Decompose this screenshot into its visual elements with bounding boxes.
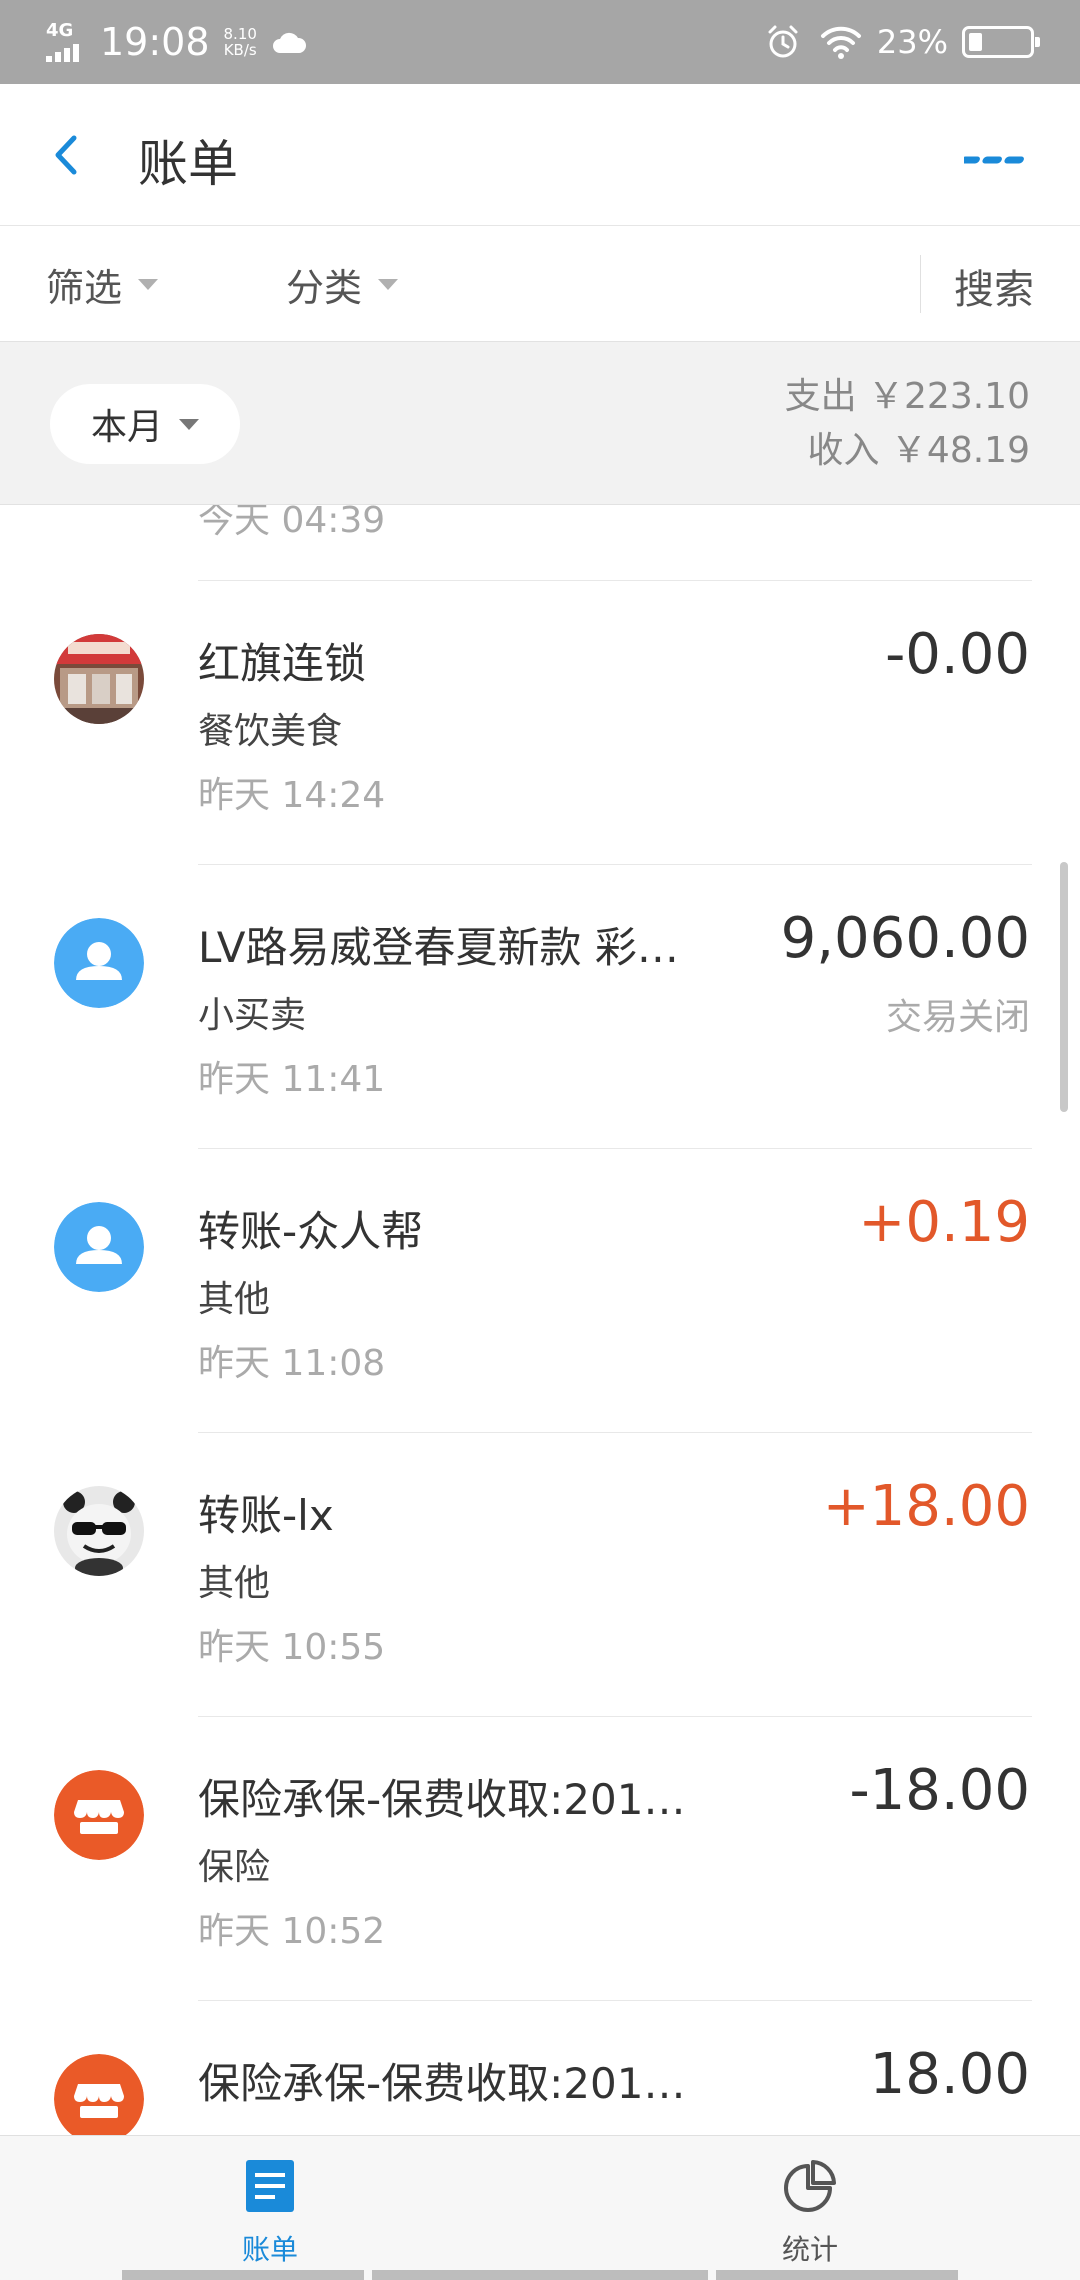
title-bar: 账单 [0, 84, 1080, 226]
nav-gesture-bar [716, 2270, 958, 2280]
transaction-list[interactable]: 今天 04:39 红旗连锁 餐饮美食 昨天 14:24 -0.00 LV路易威登… [0, 505, 1080, 2135]
shop-icon [54, 1770, 144, 1860]
transaction-amount: -0.00 [885, 622, 1030, 687]
shop-icon [54, 2054, 144, 2135]
caret-down-icon [378, 279, 399, 290]
network-speed-value: 8.10 [223, 25, 257, 43]
filter-label: 筛选 [46, 266, 123, 310]
battery-percent: 23% [876, 23, 948, 61]
cloud-icon [272, 32, 306, 53]
page-title: 账单 [138, 135, 238, 193]
pie-chart-icon [784, 2160, 836, 2212]
scrollbar[interactable] [1060, 862, 1068, 1112]
divider [920, 255, 921, 313]
network-type: 4G [46, 20, 74, 41]
transaction-amount: +18.00 [822, 1474, 1030, 1539]
panda-photo-avatar [54, 1486, 144, 1576]
network-speed-unit: KB/s [223, 41, 257, 59]
transaction-category: 其他 [198, 1563, 271, 1604]
caret-down-icon [179, 418, 199, 430]
transaction-row[interactable]: LV路易威登春夏新款 彩… 小买卖 昨天 11:41 9,060.00 交易关闭 [0, 864, 1080, 1148]
transaction-title: 保险承保-保费收取:201… [198, 1775, 686, 1824]
transaction-title: LV路易威登春夏新款 彩… [198, 923, 679, 972]
list-item-time: 今天 04:39 [198, 505, 386, 541]
back-button[interactable] [44, 120, 104, 190]
category-dropdown[interactable]: 分类 [286, 257, 399, 312]
bill-icon [246, 2160, 294, 2212]
month-selector[interactable]: 本月 [50, 384, 240, 464]
month-summary: 本月 支出 ￥223.10 收入 ￥48.19 [0, 341, 1080, 505]
cellular-signal-icon: 4G [46, 20, 90, 64]
tab-bill-label: 账单 [241, 2233, 298, 2266]
user-icon [54, 1202, 144, 1292]
tab-bill[interactable]: 账单 [170, 2158, 370, 2268]
expense-total: 支出 ￥223.10 [784, 376, 1030, 417]
more-options-button[interactable] [964, 144, 1034, 174]
transaction-amount: 9,060.00 [780, 906, 1030, 971]
transaction-time: 昨天 14:24 [198, 775, 386, 816]
status-bar: 4G 19:08 8.10 KB/s 23% [0, 0, 1080, 84]
tab-stats-label: 统计 [781, 2233, 838, 2266]
bottom-tab-bar: 账单 统计 [0, 2135, 1080, 2280]
income-total: 收入 ￥48.19 [807, 430, 1030, 471]
network-speed: 8.10 KB/s [224, 26, 257, 58]
caret-down-icon [138, 279, 159, 290]
nav-gesture-bar [122, 2270, 364, 2280]
filter-bar: 筛选 分类 搜索 [0, 227, 1080, 341]
transaction-row[interactable]: 转账-众人帮 其他 昨天 11:08 +0.19 [0, 1148, 1080, 1432]
search-button[interactable]: 搜索 [954, 257, 1034, 315]
transaction-title: 红旗连锁 [198, 639, 367, 688]
clock: 19:08 [100, 20, 210, 64]
transaction-time: 昨天 11:08 [198, 1343, 386, 1384]
transaction-time: 昨天 10:52 [198, 1911, 386, 1952]
category-label: 分类 [286, 266, 363, 310]
battery-icon [962, 26, 1040, 58]
store-photo-avatar [54, 634, 144, 724]
transaction-amount: 18.00 [869, 2042, 1030, 2107]
month-label: 本月 [90, 407, 163, 448]
transaction-category: 小买卖 [198, 995, 307, 1036]
transaction-time: 昨天 10:55 [198, 1627, 386, 1668]
transaction-row[interactable]: 保险承保-保费收取:201… 保险 昨天 10:52 -18.00 [0, 1716, 1080, 2000]
transaction-category: 保险 [198, 1847, 271, 1888]
transaction-row[interactable]: 保险承保-保费收取:201… 18.00 [0, 2000, 1080, 2135]
transaction-amount: -18.00 [849, 1758, 1030, 1823]
wifi-icon [820, 26, 861, 59]
transaction-time: 昨天 11:41 [198, 1059, 386, 1100]
transaction-title: 转账-众人帮 [198, 1207, 424, 1256]
transaction-row[interactable]: 红旗连锁 餐饮美食 昨天 14:24 -0.00 [0, 580, 1080, 864]
transaction-title: 转账-lx [198, 1491, 334, 1540]
filter-dropdown[interactable]: 筛选 [46, 257, 159, 312]
transaction-category: 餐饮美食 [198, 711, 343, 752]
nav-gesture-bar [372, 2270, 708, 2280]
transaction-title: 保险承保-保费收取:201… [198, 2059, 686, 2108]
transaction-row[interactable]: 转账-lx 其他 昨天 10:55 +18.00 [0, 1432, 1080, 1716]
transaction-amount: +0.19 [858, 1190, 1030, 1255]
transaction-category: 其他 [198, 1279, 271, 1320]
alarm-icon [768, 25, 798, 58]
user-icon [54, 918, 144, 1008]
tab-stats[interactable]: 统计 [710, 2158, 910, 2268]
transaction-status: 交易关闭 [885, 997, 1030, 1038]
